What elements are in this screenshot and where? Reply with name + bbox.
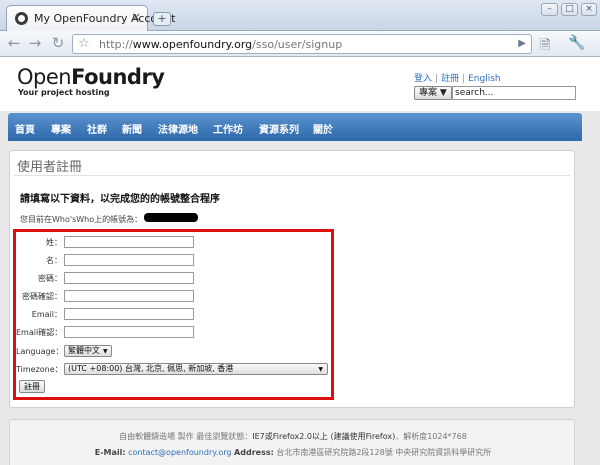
- new-tab-button[interactable]: +: [153, 12, 171, 26]
- search-input[interactable]: search...: [452, 86, 576, 100]
- signup-instructions: 請填寫以下資料，以完成您的的帳號整合程序: [20, 194, 220, 205]
- site-slogan: Your project hosting: [18, 88, 110, 97]
- tab-close-icon[interactable]: ×: [131, 10, 141, 24]
- nav-item-projects[interactable]: 專案: [51, 121, 71, 136]
- site-header: OpenFoundry Your project hosting 登入 | 註冊 | E…: [0, 57, 600, 111]
- email-confirm-label: Email確認：: [16, 328, 63, 337]
- openfoundry-logo[interactable]: OpenFoundry: [17, 65, 165, 89]
- nav-item-community[interactable]: 社群: [87, 121, 107, 136]
- redacted-account-name: [144, 213, 198, 222]
- last-name-input[interactable]: [64, 236, 194, 248]
- address-bar[interactable]: ☆ http://www.openfoundry.org/sso/user/si…: [72, 34, 532, 54]
- whoswho-account-label: 您目前在Who'sWho上的帳號為：: [20, 215, 143, 224]
- first-name-input[interactable]: [64, 254, 194, 266]
- title-divider: [14, 175, 570, 176]
- signup-panel: 使用者註冊 請填寫以下資料，以完成您的的帳號整合程序 您目前在Who'sWho上…: [9, 150, 575, 408]
- site-footer: 自由軟體鑄造場 製作 最佳瀏覽狀態：IE7或Firefox2.0以上 (建議使用…: [9, 419, 575, 465]
- main-navbar: 首頁 專案 社群 新聞 法律源地 工作坊 資源系列 關於: [8, 113, 582, 141]
- footer-browser-note: 自由軟體鑄造場 製作 最佳瀏覽狀態：IE7或Firefox2.0以上 (建議使用…: [119, 432, 467, 441]
- url-text[interactable]: http://www.openfoundry.org/sso/user/sign…: [99, 38, 342, 51]
- last-name-label: 姓：: [46, 238, 62, 247]
- page-content: OpenFoundry Your project hosting 登入 | 註冊 | E…: [0, 57, 600, 465]
- dropdown-arrow-icon: ▼: [103, 348, 108, 355]
- register-link[interactable]: 註冊: [441, 74, 459, 84]
- bookmark-star-icon[interactable]: ☆: [78, 36, 90, 51]
- dropdown-arrow-icon: ▼: [318, 366, 323, 373]
- go-arrow-icon[interactable]: ▶: [518, 38, 526, 49]
- language-label: Language：: [16, 347, 64, 356]
- nav-item-about[interactable]: 關於: [313, 121, 333, 136]
- password-input[interactable]: [64, 272, 194, 284]
- signup-form: 姓： 名： 密碼： 密碼確認： Email： Email確認： Language…: [13, 229, 334, 400]
- register-button[interactable]: 註冊: [19, 380, 45, 393]
- forward-arrow-icon[interactable]: →: [25, 34, 45, 54]
- browser-tab[interactable]: My OpenFoundry Account ×: [6, 5, 175, 32]
- nav-item-workshop[interactable]: 工作坊: [213, 121, 243, 136]
- email-confirm-input[interactable]: [64, 326, 194, 338]
- timezone-label: Timezone：: [16, 365, 63, 374]
- english-link[interactable]: English: [468, 74, 501, 84]
- nav-item-news[interactable]: 新聞: [122, 121, 142, 136]
- minimize-button[interactable]: –: [541, 3, 558, 16]
- nav-item-legal[interactable]: 法律源地: [158, 121, 198, 136]
- page-title: 使用者註冊: [17, 160, 83, 175]
- nav-item-resources[interactable]: 資源系列: [259, 121, 299, 136]
- nav-item-home[interactable]: 首頁: [15, 121, 35, 136]
- wrench-menu-icon[interactable]: 🔧: [568, 35, 585, 51]
- reload-icon[interactable]: ↻: [48, 34, 68, 54]
- back-arrow-icon[interactable]: ←: [4, 34, 24, 54]
- header-links: 登入 | 註冊 | English: [414, 74, 501, 84]
- browser-titlebar: My OpenFoundry Account × + – □ ×: [0, 0, 600, 32]
- password-confirm-input[interactable]: [64, 290, 194, 302]
- login-link[interactable]: 登入: [414, 74, 432, 84]
- footer-contact: E-Mail: contact@openfoundry.org Address:…: [94, 448, 492, 457]
- password-label: 密碼：: [38, 274, 62, 283]
- email-input[interactable]: [64, 308, 194, 320]
- first-name-label: 名：: [46, 256, 62, 265]
- password-confirm-label: 密碼確認：: [22, 292, 62, 301]
- page-menu-icon[interactable]: 🗎: [540, 36, 550, 58]
- window-close-button[interactable]: ×: [581, 3, 597, 16]
- timezone-select[interactable]: (UTC +08:00) 台灣, 北京, 佩思, 新加坡, 香港 ▼: [64, 363, 328, 375]
- contact-email-link[interactable]: contact@openfoundry.org: [128, 448, 231, 457]
- email-label: Email：: [31, 310, 62, 319]
- browser-toolbar: ← → ↻ ☆ http://www.openfoundry.org/sso/u…: [0, 31, 600, 57]
- openfoundry-favicon-icon: [15, 12, 28, 25]
- language-select[interactable]: 繁體中文 ▼: [64, 345, 112, 357]
- search-scope-select[interactable]: 專案 ▼: [414, 86, 452, 100]
- maximize-button[interactable]: □: [561, 3, 578, 16]
